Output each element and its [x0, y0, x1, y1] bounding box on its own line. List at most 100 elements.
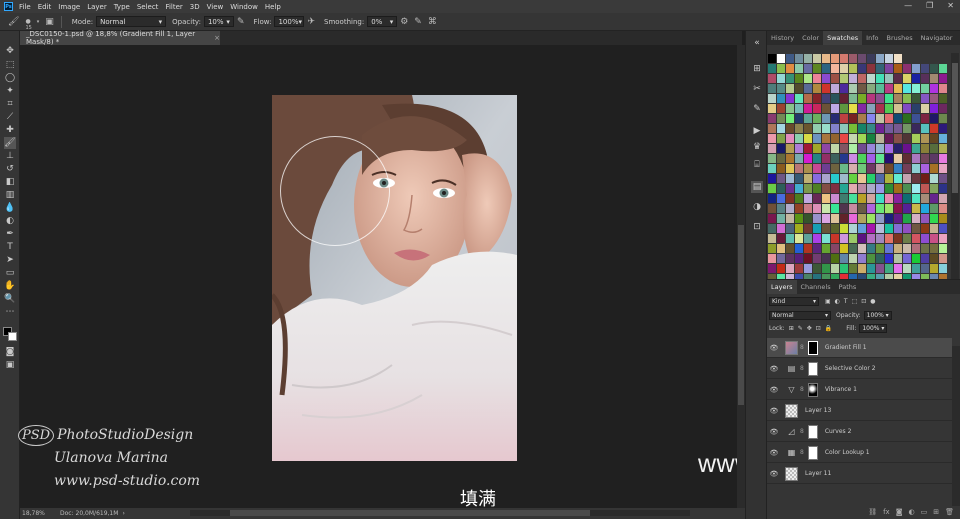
- swatch[interactable]: [858, 144, 866, 153]
- swatch[interactable]: [840, 184, 848, 193]
- menu-image[interactable]: Image: [58, 3, 80, 11]
- scrollbar-thumb[interactable]: [230, 510, 590, 516]
- new-adjustment-icon[interactable]: ◐: [909, 508, 915, 519]
- swatch[interactable]: [777, 214, 785, 223]
- swatch[interactable]: [795, 54, 803, 63]
- swatch[interactable]: [894, 184, 902, 193]
- swatch[interactable]: [849, 224, 857, 233]
- swatch[interactable]: [903, 114, 911, 123]
- swatch[interactable]: [930, 124, 938, 133]
- swatch[interactable]: [912, 224, 920, 233]
- swatch[interactable]: [894, 254, 902, 263]
- swatch[interactable]: [876, 94, 884, 103]
- swatch[interactable]: [840, 194, 848, 203]
- swatch[interactable]: [903, 264, 911, 273]
- more-tools-icon[interactable]: ⋯: [4, 306, 16, 318]
- swatch[interactable]: [921, 204, 929, 213]
- swatch[interactable]: [804, 64, 812, 73]
- swatch[interactable]: [885, 224, 893, 233]
- swatch[interactable]: [813, 244, 821, 253]
- swatch[interactable]: [786, 114, 794, 123]
- opacity-field[interactable]: 10% ▾: [203, 16, 234, 27]
- swatch[interactable]: [930, 134, 938, 143]
- swatch[interactable]: [777, 244, 785, 253]
- mode-select[interactable]: Normal ▾: [96, 16, 167, 27]
- swatch[interactable]: [831, 264, 839, 273]
- swatch[interactable]: [768, 244, 776, 253]
- swatch[interactable]: [939, 254, 947, 263]
- swatch[interactable]: [894, 74, 902, 83]
- swatch[interactable]: [768, 204, 776, 213]
- swatch[interactable]: [894, 154, 902, 163]
- layer-row-vibrance[interactable]: 👁 ▽ 8 Vibrance 1: [767, 380, 952, 400]
- swatch[interactable]: [921, 144, 929, 153]
- swatch[interactable]: [768, 64, 776, 73]
- path-selection-tool-icon[interactable]: ➤: [4, 254, 16, 266]
- swatch[interactable]: [885, 174, 893, 183]
- link-icon[interactable]: 8: [800, 428, 804, 435]
- swatch[interactable]: [840, 264, 848, 273]
- gear-icon[interactable]: ⚙: [400, 17, 408, 27]
- swatch[interactable]: [930, 224, 938, 233]
- swatch[interactable]: [849, 84, 857, 93]
- swatch[interactable]: [777, 54, 785, 63]
- swatch[interactable]: [876, 64, 884, 73]
- swatch[interactable]: [867, 214, 875, 223]
- swatch[interactable]: [795, 104, 803, 113]
- swatch[interactable]: [822, 64, 830, 73]
- tab-layers[interactable]: Layers: [767, 280, 797, 294]
- tab-navigator[interactable]: Navigator: [917, 31, 957, 45]
- menu-help[interactable]: Help: [265, 3, 281, 11]
- swatch[interactable]: [795, 164, 803, 173]
- swatch[interactable]: [930, 174, 938, 183]
- swatch[interactable]: [777, 164, 785, 173]
- menu-filter[interactable]: Filter: [165, 3, 182, 11]
- swatch[interactable]: [822, 164, 830, 173]
- swatch[interactable]: [777, 124, 785, 133]
- swatch[interactable]: [795, 224, 803, 233]
- swatch[interactable]: [786, 74, 794, 83]
- swatch[interactable]: [822, 174, 830, 183]
- swatch[interactable]: [795, 154, 803, 163]
- lock-icons[interactable]: ⊞✎✥⊡🔒: [789, 325, 837, 332]
- swatch[interactable]: [822, 74, 830, 83]
- swatch[interactable]: [903, 164, 911, 173]
- swatch[interactable]: [912, 64, 920, 73]
- swatch[interactable]: [822, 154, 830, 163]
- hand-tool-icon[interactable]: ✋: [4, 280, 16, 292]
- swatches-grid[interactable]: [767, 53, 952, 293]
- swatch[interactable]: [867, 84, 875, 93]
- swatch[interactable]: [822, 194, 830, 203]
- swatch[interactable]: [858, 74, 866, 83]
- swatch[interactable]: [885, 164, 893, 173]
- swatch[interactable]: [813, 164, 821, 173]
- swatch[interactable]: [939, 154, 947, 163]
- swatch[interactable]: [921, 104, 929, 113]
- swatch[interactable]: [786, 254, 794, 263]
- swatch[interactable]: [876, 124, 884, 133]
- swatch[interactable]: [795, 264, 803, 273]
- layer-row-selective-color[interactable]: 👁 ▤ 8 Selective Color 2: [767, 359, 952, 379]
- swatch[interactable]: [822, 114, 830, 123]
- swatch[interactable]: [912, 234, 920, 243]
- swatch[interactable]: [786, 214, 794, 223]
- swatch[interactable]: [831, 54, 839, 63]
- swatch[interactable]: [849, 194, 857, 203]
- swatch[interactable]: [768, 104, 776, 113]
- type-tool-icon[interactable]: T: [4, 241, 16, 253]
- swatch[interactable]: [768, 94, 776, 103]
- swatch[interactable]: [939, 184, 947, 193]
- swatch[interactable]: [840, 104, 848, 113]
- swatch[interactable]: [912, 214, 920, 223]
- link-icon[interactable]: 8: [800, 365, 804, 372]
- swatch[interactable]: [822, 144, 830, 153]
- swatch[interactable]: [813, 234, 821, 243]
- layer-row-layer-13[interactable]: 👁 Layer 13: [767, 401, 952, 421]
- swatch[interactable]: [930, 164, 938, 173]
- swatch[interactable]: [903, 134, 911, 143]
- swatch[interactable]: [930, 74, 938, 83]
- swatch[interactable]: [939, 144, 947, 153]
- swatch[interactable]: [858, 64, 866, 73]
- eyedropper-tool-icon[interactable]: ⟋: [4, 111, 16, 123]
- swatch[interactable]: [822, 184, 830, 193]
